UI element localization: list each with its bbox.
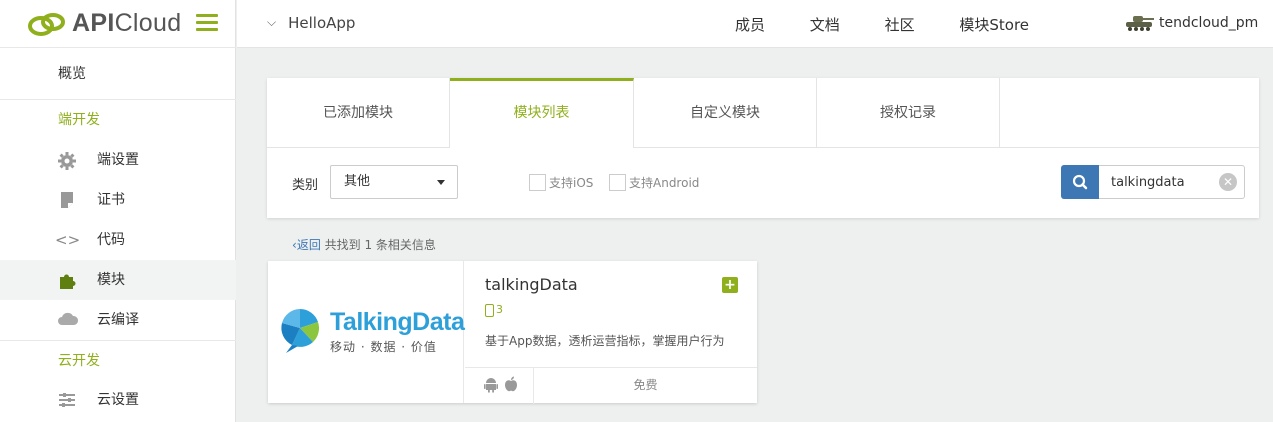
tab-license-records[interactable]: 授权记录 — [817, 78, 1000, 148]
app-switcher[interactable]: ⌵ HelloApp — [267, 14, 355, 32]
caret-down-icon — [437, 180, 445, 185]
module-description: 基于App数据，透析运营指标，掌握用户行为 — [485, 334, 725, 348]
sidebar: APICloud 概览 端开发 端设置 证书 <> 代码 模块 云编译 云开发 … — [0, 0, 236, 422]
sidebar-item-client-settings[interactable]: 端设置 — [0, 140, 236, 180]
avatar-icon — [1126, 16, 1154, 31]
module-price: 免费 — [633, 378, 658, 392]
filter-bar: 类别 其他 支持iOS 支持Android ✕ — [267, 148, 1259, 218]
result-count-text: 共找到 1 条相关信息 — [324, 238, 436, 252]
search-icon — [1072, 174, 1088, 190]
platform-icons — [465, 368, 534, 404]
username: tendcloud_pm — [1159, 15, 1259, 31]
certificate-icon — [57, 191, 77, 209]
sidebar-item-code[interactable]: <> 代码 — [0, 220, 236, 260]
category-label: 类别 — [292, 178, 319, 193]
module-title[interactable]: talkingData — [485, 275, 578, 294]
search-box: ✕ — [1061, 165, 1245, 199]
puzzle-icon — [57, 271, 77, 289]
tab-custom-modules[interactable]: 自定义模块 — [634, 78, 817, 148]
back-link[interactable]: ‹返回 — [292, 238, 321, 252]
sidebar-item-label: 端设置 — [97, 152, 139, 168]
checkbox-box[interactable] — [529, 174, 546, 191]
android-filter-checkbox[interactable]: 支持Android — [609, 174, 699, 192]
module-count: 3 — [485, 303, 503, 317]
logo-tagline: 移动 · 数据 · 价值 — [330, 340, 437, 354]
category-select[interactable]: 其他 — [330, 165, 458, 199]
top-header: ⌵ HelloApp 成员 文档 社区 模块Store tendcloud_pm — [237, 0, 1273, 48]
nav-members[interactable]: 成员 — [735, 16, 765, 34]
section-client-dev: 端开发 — [58, 112, 100, 128]
tab-bar: 已添加模块 模块列表 自定义模块 授权记录 — [267, 78, 1259, 148]
phone-icon — [485, 303, 494, 317]
module-card-body: talkingData + 3 基于App数据，透析运营指标，掌握用户行为 免费 — [465, 261, 757, 404]
sidebar-item-cloud-build[interactable]: 云编译 — [0, 300, 236, 340]
clear-search-icon[interactable]: ✕ — [1219, 173, 1237, 191]
sidebar-item-label: 云设置 — [97, 392, 139, 408]
sidebar-nav: 概览 端开发 端设置 证书 <> 代码 模块 云编译 云开发 云设置 — [0, 48, 236, 420]
category-value: 其他 — [344, 174, 371, 189]
ios-filter-label: 支持iOS — [549, 176, 594, 190]
chevron-down-icon: ⌵ — [267, 15, 277, 29]
code-icon: <> — [55, 231, 81, 249]
ios-filter-checkbox[interactable]: 支持iOS — [529, 174, 593, 192]
tab-added-modules[interactable]: 已添加模块 — [267, 78, 450, 148]
logo-wordmark: TalkingData — [330, 308, 465, 336]
sidebar-item-certificate[interactable]: 证书 — [0, 180, 236, 220]
cloud-icon — [57, 311, 79, 329]
android-icon — [484, 378, 498, 393]
search-button[interactable] — [1061, 165, 1099, 199]
module-card[interactable]: TalkingData 移动 · 数据 · 价值 talkingData + 3… — [268, 261, 757, 404]
logo[interactable]: APICloud — [0, 0, 236, 48]
menu-toggle-icon[interactable] — [196, 14, 218, 32]
sidebar-item-label: 代码 — [97, 232, 125, 248]
apicloud-logo-icon — [28, 13, 65, 36]
sidebar-item-label: 云编译 — [97, 312, 139, 328]
sidebar-item-overview[interactable]: 概览 — [0, 48, 236, 100]
android-filter-label: 支持Android — [629, 176, 700, 190]
module-panel: 已添加模块 模块列表 自定义模块 授权记录 类别 其他 支持iOS 支持Andr… — [267, 78, 1259, 218]
app-name: HelloApp — [288, 14, 356, 32]
add-module-button[interactable]: + — [722, 277, 738, 293]
sidebar-item-cloud-settings[interactable]: 云设置 — [0, 380, 236, 420]
sidebar-item-label: 证书 — [97, 192, 125, 208]
sliders-icon — [57, 391, 77, 409]
sidebar-item-modules[interactable]: 模块 — [0, 260, 236, 300]
module-card-footer: 免费 — [465, 367, 757, 404]
user-menu[interactable]: tendcloud_pm — [1125, 14, 1258, 32]
gear-icon — [57, 151, 77, 170]
module-logo: TalkingData 移动 · 数据 · 价值 — [268, 261, 465, 403]
top-nav: 成员 文档 社区 模块Store — [735, 14, 1069, 35]
checkbox-box[interactable] — [609, 174, 626, 191]
sidebar-item-label: 模块 — [97, 272, 125, 288]
section-cloud-dev: 云开发 — [0, 340, 236, 380]
nav-module-store[interactable]: 模块Store — [959, 16, 1029, 34]
nav-docs[interactable]: 文档 — [810, 16, 840, 34]
nav-community[interactable]: 社区 — [885, 16, 915, 34]
apple-icon — [505, 376, 517, 392]
logo-text: APICloud — [72, 9, 182, 37]
tab-module-list[interactable]: 模块列表 — [450, 78, 634, 148]
result-summary: ‹返回 共找到 1 条相关信息 — [292, 236, 436, 253]
